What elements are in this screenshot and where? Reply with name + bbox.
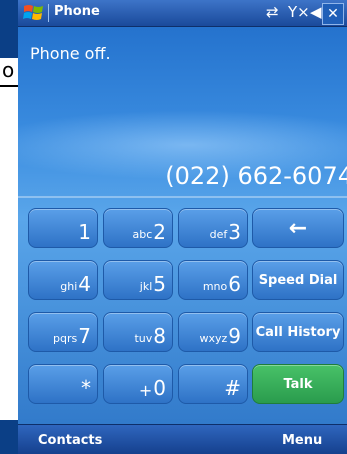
- phone-window: Phone ⇄ Y× ◀( ✕ Phone off. (022) 662-607…: [18, 0, 347, 454]
- key-8[interactable]: tuv 8: [103, 312, 173, 352]
- title-separator: [48, 4, 49, 22]
- menu-softkey[interactable]: Menu: [282, 433, 322, 448]
- key-2[interactable]: abc 2: [103, 208, 173, 248]
- background-text-fragment: o: [2, 58, 15, 82]
- background-window-edge-bottom: [0, 420, 18, 454]
- signal-off-icon[interactable]: Y×: [288, 3, 310, 21]
- backspace-button[interactable]: ←: [252, 208, 344, 248]
- key-3[interactable]: def 3: [178, 208, 248, 248]
- window-title: Phone: [54, 4, 100, 19]
- key-star[interactable]: *: [28, 364, 98, 404]
- background-underline: [0, 85, 18, 87]
- key-4[interactable]: ghi 4: [28, 260, 98, 300]
- background-window-edge: [0, 0, 18, 58]
- title-bar: Phone ⇄ Y× ◀( ✕: [18, 0, 347, 27]
- connectivity-icon[interactable]: ⇄: [266, 3, 279, 21]
- key-5[interactable]: jkl 5: [103, 260, 173, 300]
- key-1[interactable]: 1: [28, 208, 98, 248]
- call-history-button[interactable]: Call History: [252, 312, 344, 352]
- key-7[interactable]: pqrs 7: [28, 312, 98, 352]
- talk-button[interactable]: Talk: [252, 364, 344, 404]
- contacts-softkey[interactable]: Contacts: [38, 433, 102, 448]
- key-9[interactable]: wxyz 9: [178, 312, 248, 352]
- key-6[interactable]: mno 6: [178, 260, 248, 300]
- backspace-icon: ←: [288, 215, 308, 241]
- phone-status: Phone off.: [30, 44, 111, 63]
- key-0[interactable]: +0: [103, 364, 173, 404]
- key-hash[interactable]: #: [178, 364, 248, 404]
- dialed-number: (022) 662-6074: [165, 162, 347, 190]
- windows-start-icon[interactable]: [22, 3, 46, 23]
- display-divider: [18, 196, 347, 198]
- speed-dial-button[interactable]: Speed Dial: [252, 260, 344, 300]
- softkey-bar: Contacts Menu: [18, 424, 347, 454]
- close-button[interactable]: ✕: [322, 3, 344, 25]
